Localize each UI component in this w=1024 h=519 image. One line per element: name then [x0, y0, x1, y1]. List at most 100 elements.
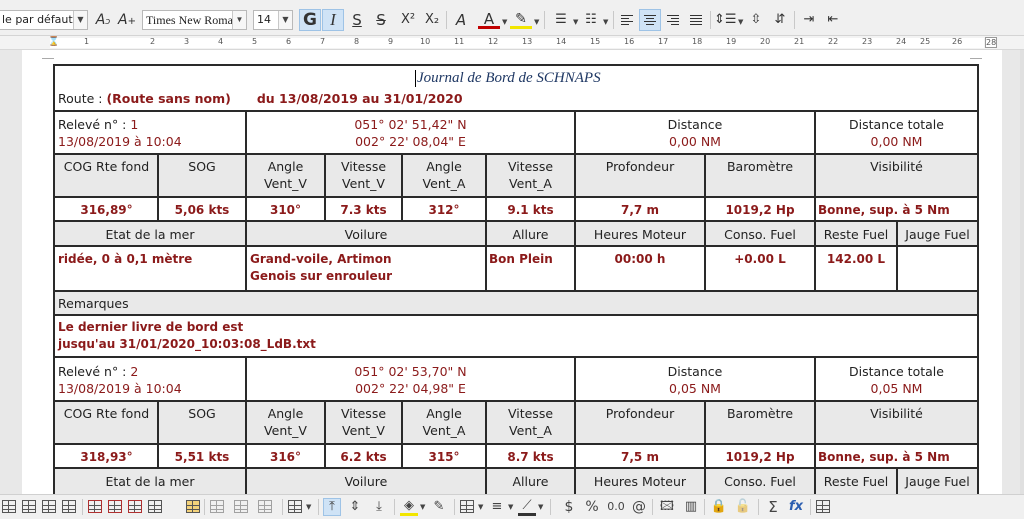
delete-rows-icon[interactable]: [88, 500, 102, 513]
autoformat-icon[interactable]: ✎: [430, 498, 448, 516]
unprotect-cells-icon[interactable]: 🔓: [734, 498, 752, 516]
underline-button[interactable]: S: [346, 9, 368, 31]
toolbar-separator: [544, 11, 545, 29]
document-page[interactable]: Journal de Bord de SCHNAPS Route : (Rout…: [22, 50, 1002, 494]
align-center-vertical-icon[interactable]: ⇕: [346, 498, 364, 516]
split-cells-icon[interactable]: [234, 500, 248, 513]
borders-icon[interactable]: [460, 500, 474, 513]
merge-cells-icon[interactable]: [210, 500, 224, 513]
sum-button[interactable]: Σ: [764, 498, 782, 516]
chevron-down-icon[interactable]: ▼: [278, 11, 292, 29]
chevron-down-icon[interactable]: ▼: [534, 18, 539, 26]
chevron-down-icon[interactable]: ▼: [73, 11, 87, 29]
new-style-icon[interactable]: A+: [116, 9, 138, 31]
increase-indent-icon[interactable]: ⇥: [798, 9, 820, 31]
document-area[interactable]: Journal de Bord de SCHNAPS Route : (Rout…: [0, 50, 1024, 494]
font-name-value: Times New Roman: [146, 13, 239, 27]
numbered-list-icon[interactable]: ☷: [580, 9, 602, 31]
chevron-down-icon[interactable]: ▼: [478, 503, 483, 511]
clear-formatting-button[interactable]: A: [450, 9, 472, 31]
chevron-down-icon[interactable]: ▼: [573, 18, 578, 26]
col-conso-fuel: Conso. Fuel: [724, 474, 796, 489]
releve-number: Relevé n° : 1: [58, 117, 139, 132]
ruler-indent-marker-icon[interactable]: ⌛: [48, 37, 59, 47]
optimize-size-icon[interactable]: [288, 500, 302, 513]
insert-rows-above-icon[interactable]: [2, 500, 16, 513]
vertical-scrollbar[interactable]: [1020, 50, 1024, 494]
superscript-button[interactable]: X²: [397, 9, 419, 31]
align-right-icon[interactable]: [662, 9, 684, 31]
chevron-down-icon[interactable]: ▼: [603, 18, 608, 26]
distance-totale-label: Distance totale: [849, 364, 944, 379]
paragraph-style-select[interactable]: le par défaut ▼: [0, 10, 88, 30]
insert-chart-icon[interactable]: ▥: [682, 498, 700, 516]
decrease-indent-icon[interactable]: ⇤: [822, 9, 844, 31]
route-name: (Route sans nom): [106, 91, 231, 106]
currency-format-button[interactable]: $: [560, 498, 578, 516]
chevron-down-icon[interactable]: ▼: [502, 18, 507, 26]
subscript-button[interactable]: X₂: [421, 9, 443, 31]
protect-cells-icon[interactable]: 🔒: [710, 498, 728, 516]
horizontal-ruler[interactable]: ⌛ 1 2 3 4 5 6 7 8 9 10 11 12 13 14 15 16…: [0, 36, 1024, 50]
select-table-icon[interactable]: [148, 500, 162, 513]
font-size-select[interactable]: 14 ▼: [253, 10, 293, 30]
align-center-icon[interactable]: [639, 9, 661, 31]
formatting-toolbar: le par défaut ▼ Aↄ A+ Times New Roman ▼ …: [0, 0, 1024, 36]
align-left-icon[interactable]: [616, 9, 638, 31]
position-longitude: 002° 22' 08,04" E: [355, 134, 466, 149]
ruler-number: 5: [252, 37, 258, 46]
remarques-label: Remarques: [58, 296, 129, 311]
insert-columns-after-icon[interactable]: [62, 500, 76, 513]
decimal-format-button[interactable]: 0.0: [604, 498, 628, 516]
ruler-number: 26: [952, 37, 963, 46]
insert-image-icon[interactable]: 🖾: [658, 498, 676, 516]
more-number-formats-icon[interactable]: @: [630, 498, 648, 516]
heures-moteur-value: 00:00 h: [614, 252, 666, 266]
col-etat-mer: Etat de la mer: [105, 227, 195, 242]
toolbar-separator: [613, 11, 614, 29]
chevron-down-icon[interactable]: ▼: [232, 11, 246, 29]
profondeur-value: 7,7 m: [621, 203, 659, 217]
table-properties-icon[interactable]: [816, 500, 830, 513]
increase-paragraph-spacing-icon[interactable]: ⇳: [745, 9, 767, 31]
ruler-number: 9: [388, 37, 394, 46]
decrease-paragraph-spacing-icon[interactable]: ⇵: [769, 9, 791, 31]
insert-rows-below-icon[interactable]: [22, 500, 36, 513]
chevron-down-icon[interactable]: ▼: [306, 503, 311, 511]
strikethrough-button[interactable]: S: [370, 9, 392, 31]
bullet-list-icon[interactable]: ☰: [550, 9, 572, 31]
align-justify-icon[interactable]: [685, 9, 707, 31]
font-color-button[interactable]: A: [478, 9, 500, 29]
percent-format-button[interactable]: %: [583, 498, 601, 516]
position-latitude: 051° 02' 51,42" N: [354, 117, 467, 132]
border-style-icon[interactable]: ≡: [488, 498, 506, 516]
delete-columns-icon[interactable]: [108, 500, 122, 513]
select-cell-icon[interactable]: [186, 500, 200, 513]
vitesse-v-value: 6.2 kts: [340, 450, 387, 464]
update-style-icon[interactable]: Aↄ: [92, 9, 114, 31]
col-angle-a: Angle Vent_A: [422, 406, 466, 438]
toolbar-separator: [446, 11, 447, 29]
highlight-color-button[interactable]: ✎: [510, 9, 532, 29]
formula-button[interactable]: fx: [787, 498, 805, 516]
insert-columns-before-icon[interactable]: [42, 500, 56, 513]
chevron-down-icon[interactable]: ▼: [420, 503, 425, 511]
border-color-icon[interactable]: ⟋: [518, 498, 536, 516]
route-label: Route :: [58, 91, 107, 106]
chevron-down-icon[interactable]: ▼: [738, 18, 743, 26]
cog-value: 316,89°: [80, 203, 133, 217]
cell-background-color-icon[interactable]: ◈: [400, 498, 418, 516]
delete-table-icon[interactable]: [128, 500, 142, 513]
chevron-down-icon[interactable]: ▼: [538, 503, 543, 511]
line-spacing-icon[interactable]: ⇕☰: [714, 9, 737, 31]
italic-button[interactable]: I: [322, 9, 344, 31]
vitesse-v-value: 7.3 kts: [340, 203, 387, 217]
chevron-down-icon[interactable]: ▼: [508, 503, 513, 511]
profondeur-value: 7,5 m: [621, 450, 659, 464]
bold-button[interactable]: G: [299, 9, 321, 31]
split-table-icon[interactable]: [258, 500, 272, 513]
align-bottom-icon[interactable]: ⤓: [370, 498, 388, 516]
ruler-number: 10: [420, 37, 431, 46]
align-top-icon[interactable]: ⤒: [323, 498, 341, 516]
font-name-select[interactable]: Times New Roman ▼: [142, 10, 247, 30]
